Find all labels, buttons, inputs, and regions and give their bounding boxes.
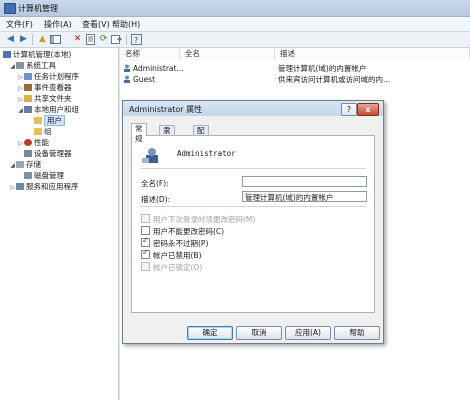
tree-item-event-viewer[interactable]: ▷ 事件查看器 [17, 83, 71, 94]
password-never-expires-checkbox[interactable]: 密码永不过期(P) [141, 236, 208, 248]
user-name-cell: Guest [133, 75, 156, 84]
event-viewer-icon [24, 84, 32, 91]
table-row[interactable]: Administrat... 管理计算机(域)的内置帐户 [120, 63, 470, 74]
console-tree: 计算机管理(本地) ◢ 系统工具 ▷ 任务计划程序 ▷ 事件查看器 ▷ 共享文件夹 ◢ 本… [0, 48, 119, 400]
export-list-icon[interactable] [111, 34, 122, 45]
menu-action[interactable]: 操作(A) [44, 19, 72, 30]
checkbox-box[interactable] [141, 236, 150, 247]
tree-item-task-scheduler[interactable]: ▷ 任务计划程序 [17, 72, 79, 82]
computer-icon [3, 51, 11, 58]
account-name: Administrator [177, 149, 236, 158]
users-groups-icon [24, 106, 32, 113]
fullname-label: 全名(F): [141, 179, 169, 188]
expand-arrow-icon[interactable]: ▷ [17, 139, 24, 149]
tree-item-groups[interactable]: 组 [34, 127, 52, 137]
table-row[interactable]: Guest 供来宾访问计算机或访问域的内... [120, 74, 470, 85]
expand-arrow-icon[interactable]: ▷ [17, 84, 24, 94]
tree-item-computer-management[interactable]: 计算机管理(本地) [3, 50, 71, 60]
menu-help[interactable]: 帮助(H) [112, 19, 140, 30]
account-disabled-checkbox[interactable]: 帐户已禁用(B) [141, 248, 202, 260]
checkbox-box[interactable] [141, 262, 150, 271]
delete-icon[interactable]: ✕ [72, 34, 83, 45]
column-header-description[interactable]: 描述 [275, 48, 470, 60]
computer-management-icon [4, 3, 16, 14]
dialog-close-button[interactable]: x [357, 103, 379, 116]
tree-item-disk-management[interactable]: 磁盘管理 [24, 171, 64, 181]
expand-arrow-icon[interactable]: ▷ [17, 95, 24, 105]
window-title: 计算机管理 [18, 4, 58, 13]
menu-bar: 文件(F) 操作(A) 查看(V) 帮助(H) [0, 17, 470, 32]
tree-item-users[interactable]: 用户 [34, 115, 65, 126]
help-button[interactable]: 帮助 [334, 326, 380, 340]
tree-item-device-manager[interactable]: 设备管理器 [24, 149, 72, 159]
toolbar-separator [126, 34, 127, 45]
services-icon [16, 183, 24, 190]
expand-arrow-icon[interactable]: ▷ [17, 73, 24, 83]
tree-item-system-tools[interactable]: ◢ 系统工具 [9, 61, 56, 71]
user-description-cell: 供来宾访问计算机或访问域的内... [278, 75, 391, 84]
user-icon [123, 64, 131, 72]
toolbar: ◀ ▶ ▲ ✕ ⟳ ? [0, 32, 470, 48]
cancel-button[interactable]: 取消 [236, 326, 282, 340]
apply-button[interactable]: 应用(A) [285, 326, 331, 340]
collapse-arrow-icon[interactable]: ◢ [17, 106, 24, 116]
title-bar[interactable]: 计算机管理 [0, 0, 470, 17]
collapse-arrow-icon[interactable]: ◢ [9, 161, 16, 171]
collapse-arrow-icon[interactable]: ◢ [9, 62, 16, 72]
separator-line [140, 206, 366, 207]
tree-item-performance[interactable]: ▷ 性能 [17, 138, 49, 148]
forward-arrow-icon[interactable]: ▶ [18, 34, 29, 45]
toolbar-separator [32, 34, 33, 45]
shared-folder-icon [24, 95, 32, 102]
must-change-password-checkbox[interactable]: 用户下次登录时须更改密码(M) [141, 214, 255, 224]
ok-button[interactable]: 确定 [187, 326, 233, 340]
svg-text:?: ? [134, 36, 138, 45]
checkbox-box[interactable] [141, 226, 150, 235]
disk-icon [24, 172, 32, 179]
folder-icon [34, 128, 42, 135]
cannot-change-password-checkbox[interactable]: 用户不能更改密码(C) [141, 226, 224, 236]
checkbox-box[interactable] [141, 214, 150, 223]
folder-icon [34, 117, 42, 124]
tools-icon [16, 62, 24, 69]
tree-item-local-users-groups[interactable]: ◢ 本地用户和组 [17, 105, 79, 115]
administrator-properties-dialog: Administrator 属性 ? x 常规 隶属于 配置文件 Adminis… [122, 100, 384, 344]
help-icon[interactable]: ? [131, 34, 142, 45]
checkbox-box[interactable] [141, 248, 150, 259]
expand-arrow-icon[interactable]: ▷ [9, 183, 16, 193]
dialog-title: Administrator 属性 [129, 105, 203, 114]
back-arrow-icon[interactable]: ◀ [5, 34, 16, 45]
account-locked-checkbox[interactable]: 帐户已锁定(O) [141, 262, 202, 272]
tab-general[interactable]: 常规 [131, 123, 147, 143]
separator-line [140, 168, 366, 169]
dialog-help-button[interactable]: ? [341, 103, 357, 116]
description-label: 描述(D): [141, 195, 171, 204]
user-account-icon [142, 146, 160, 164]
tree-item-services-apps[interactable]: ▷ 服务和应用程序 [9, 182, 78, 193]
performance-icon [24, 139, 32, 146]
show-hide-tree-icon[interactable] [50, 34, 61, 45]
fullname-field[interactable] [242, 176, 367, 187]
properties-icon[interactable] [85, 34, 96, 45]
refresh-icon[interactable]: ⟳ [98, 34, 109, 45]
user-description-cell: 管理计算机(域)的内置帐户 [278, 64, 367, 73]
dialog-title-bar[interactable]: Administrator 属性 ? x [123, 101, 383, 116]
storage-icon [16, 161, 24, 168]
tree-item-storage[interactable]: ◢ 存储 [9, 160, 41, 170]
up-folder-icon[interactable]: ▲ [37, 34, 48, 45]
column-header-fullname[interactable]: 全名 [180, 48, 275, 60]
description-field[interactable]: 管理计算机(域)的内置帐户 [242, 191, 367, 202]
tree-item-shared-folders[interactable]: ▷ 共享文件夹 [17, 94, 71, 105]
user-icon [123, 75, 131, 83]
task-scheduler-icon [24, 73, 32, 80]
menu-file[interactable]: 文件(F) [6, 19, 33, 30]
user-name-cell: Administrat... [133, 64, 184, 73]
menu-view[interactable]: 查看(V) [82, 19, 110, 30]
column-header-name[interactable]: 名称 [120, 48, 180, 60]
device-manager-icon [24, 150, 32, 157]
general-tab-panel: Administrator 全名(F): 描述(D): 管理计算机(域)的内置帐… [131, 135, 375, 313]
computer-management-window: 计算机管理 文件(F) 操作(A) 查看(V) 帮助(H) ◀ ▶ ▲ ✕ ⟳ … [0, 0, 470, 400]
